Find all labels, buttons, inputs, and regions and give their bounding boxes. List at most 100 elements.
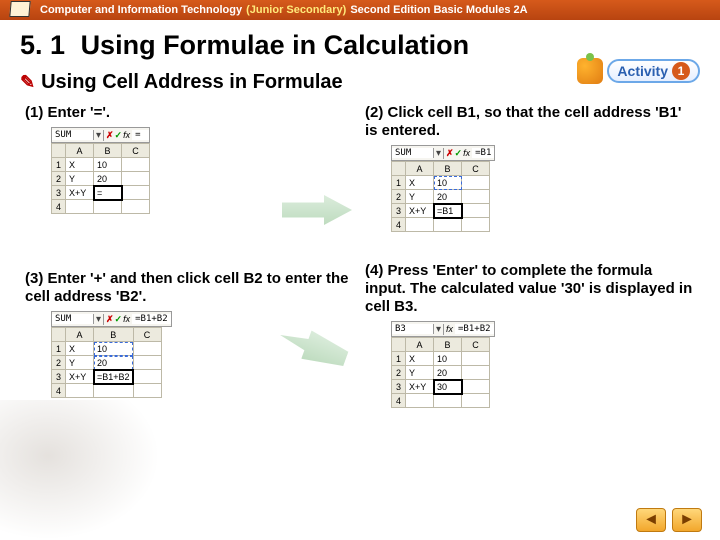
row-header[interactable]: 3: [392, 380, 406, 394]
row-header[interactable]: 1: [392, 176, 406, 190]
cell[interactable]: [462, 352, 490, 366]
row-header[interactable]: 4: [52, 200, 66, 214]
col-header[interactable]: A: [66, 144, 94, 158]
cell[interactable]: [462, 366, 490, 380]
col-header[interactable]: A: [406, 338, 434, 352]
cancel-icon[interactable]: ✗: [446, 148, 454, 159]
grid[interactable]: ABC 1X10 2Y20 3X+Y=B1 4: [391, 161, 490, 232]
formula-input[interactable]: =B1: [472, 148, 494, 158]
cell[interactable]: X+Y: [66, 186, 94, 200]
fx-icon[interactable]: fx: [446, 324, 453, 334]
cell[interactable]: [133, 356, 161, 370]
cell[interactable]: [133, 384, 161, 398]
cell[interactable]: [434, 394, 462, 408]
cell[interactable]: X: [66, 342, 94, 356]
name-box-dropdown-icon[interactable]: ▾: [434, 148, 444, 159]
name-box[interactable]: SUM: [52, 314, 94, 324]
cell-selected[interactable]: =: [94, 186, 122, 200]
cell-marquee[interactable]: 10: [94, 342, 134, 356]
formula-input[interactable]: =B1+B2: [132, 314, 171, 324]
name-box[interactable]: SUM: [52, 130, 94, 140]
cell[interactable]: [122, 186, 150, 200]
cell[interactable]: [66, 200, 94, 214]
grid[interactable]: ABC 1X10 2Y20 3X+Y30 4: [391, 337, 490, 408]
cell[interactable]: [462, 380, 490, 394]
col-header[interactable]: C: [462, 162, 490, 176]
cell[interactable]: Y: [66, 172, 94, 186]
col-header[interactable]: B: [434, 338, 462, 352]
row-header[interactable]: 1: [392, 352, 406, 366]
row-header[interactable]: 4: [392, 394, 406, 408]
cell[interactable]: [462, 190, 490, 204]
col-header[interactable]: B: [94, 328, 134, 342]
cell[interactable]: [66, 384, 94, 398]
cell[interactable]: [122, 172, 150, 186]
cell-selected[interactable]: =B1+B2: [94, 370, 134, 384]
fx-icon[interactable]: fx: [123, 314, 130, 324]
cell[interactable]: 20: [434, 190, 462, 204]
cell[interactable]: Y: [406, 366, 434, 380]
col-header[interactable]: C: [462, 338, 490, 352]
cell[interactable]: 20: [94, 172, 122, 186]
nav-forward-button[interactable]: ►: [672, 508, 702, 532]
cell[interactable]: [133, 342, 161, 356]
cancel-icon[interactable]: ✗: [106, 314, 114, 325]
cell-selected[interactable]: =B1: [434, 204, 462, 218]
name-box[interactable]: B3: [392, 324, 434, 334]
formula-input[interactable]: =B1+B2: [455, 324, 494, 334]
cell[interactable]: 10: [94, 158, 122, 172]
cell[interactable]: Y: [406, 190, 434, 204]
cell[interactable]: X+Y: [66, 370, 94, 384]
enter-icon[interactable]: ✓: [455, 148, 463, 159]
cell[interactable]: 20: [434, 366, 462, 380]
col-header[interactable]: B: [434, 162, 462, 176]
name-box-dropdown-icon[interactable]: ▾: [434, 324, 444, 335]
row-header[interactable]: 4: [392, 218, 406, 232]
row-header[interactable]: 3: [52, 186, 66, 200]
row-header[interactable]: 4: [52, 384, 66, 398]
col-header[interactable]: C: [133, 328, 161, 342]
name-box-dropdown-icon[interactable]: ▾: [94, 130, 104, 141]
cell[interactable]: X+Y: [406, 380, 434, 394]
formula-input[interactable]: =: [132, 130, 149, 140]
cell[interactable]: X: [406, 352, 434, 366]
col-header[interactable]: B: [94, 144, 122, 158]
enter-icon[interactable]: ✓: [115, 314, 123, 325]
cancel-icon[interactable]: ✗: [106, 130, 114, 141]
cell[interactable]: [122, 200, 150, 214]
cell[interactable]: [122, 158, 150, 172]
row-header[interactable]: 1: [52, 158, 66, 172]
cell[interactable]: Y: [66, 356, 94, 370]
cell[interactable]: [94, 200, 122, 214]
cell[interactable]: [94, 384, 134, 398]
nav-back-button[interactable]: ◄: [636, 508, 666, 532]
enter-icon[interactable]: ✓: [115, 130, 123, 141]
cell[interactable]: [406, 218, 434, 232]
row-header[interactable]: 2: [52, 356, 66, 370]
row-header[interactable]: 1: [52, 342, 66, 356]
fx-icon[interactable]: fx: [123, 130, 130, 140]
row-header[interactable]: 2: [392, 190, 406, 204]
cell-selected[interactable]: 30: [434, 380, 462, 394]
col-header[interactable]: A: [406, 162, 434, 176]
cell[interactable]: [406, 394, 434, 408]
cell[interactable]: [133, 370, 161, 384]
row-header[interactable]: 2: [392, 366, 406, 380]
cell[interactable]: X: [66, 158, 94, 172]
grid[interactable]: ABC 1X10 2Y20 3X+Y= 4: [51, 143, 150, 214]
cell[interactable]: [462, 394, 490, 408]
cell[interactable]: X: [406, 176, 434, 190]
name-box-dropdown-icon[interactable]: ▾: [94, 314, 104, 325]
row-header[interactable]: 3: [392, 204, 406, 218]
cell[interactable]: [462, 176, 490, 190]
cell-marquee[interactable]: 10: [434, 176, 462, 190]
row-header[interactable]: 2: [52, 172, 66, 186]
cell[interactable]: [462, 218, 490, 232]
col-header[interactable]: A: [66, 328, 94, 342]
cell-marquee[interactable]: 20: [94, 356, 134, 370]
col-header[interactable]: C: [122, 144, 150, 158]
cell[interactable]: X+Y: [406, 204, 434, 218]
fx-icon[interactable]: fx: [463, 148, 470, 158]
cell[interactable]: [462, 204, 490, 218]
row-header[interactable]: 3: [52, 370, 66, 384]
